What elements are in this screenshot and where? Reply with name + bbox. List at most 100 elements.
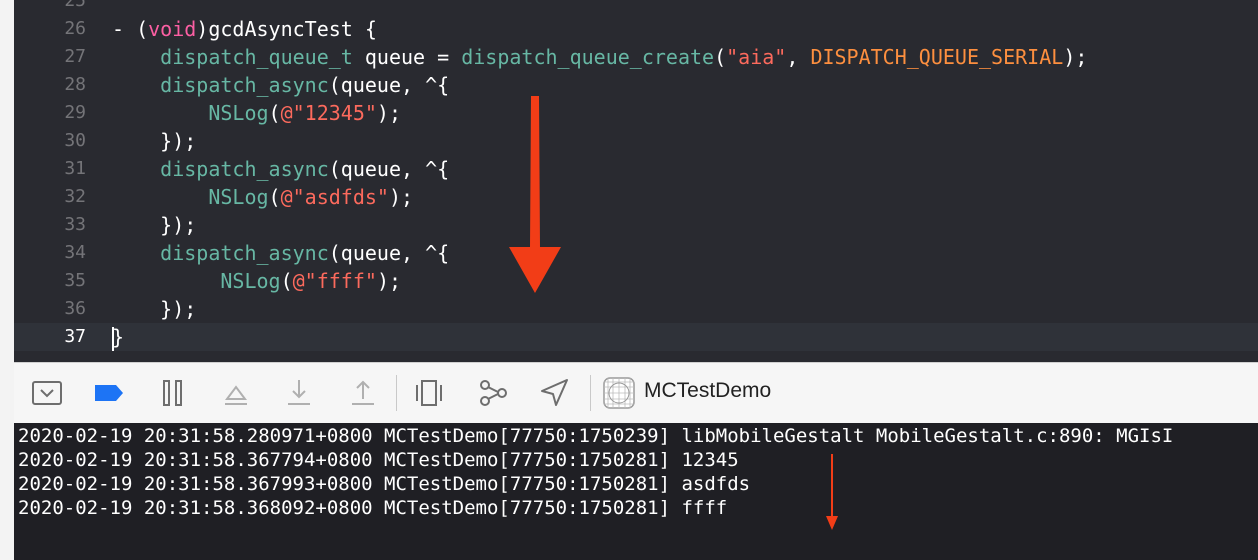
line-number: 30 [64,130,86,151]
code-token: NSLog [208,101,269,125]
code-token: ); [1063,45,1088,69]
code-token: dispatch_queue_t [160,45,353,69]
pause-continue-icon[interactable] [156,377,190,409]
app-target-icon [603,377,635,409]
code-text[interactable]: NSLog(@"asdfds"); [112,183,413,211]
code-text[interactable]: }); [112,127,196,155]
line-number: 28 [64,74,86,95]
hide-debug-area-icon[interactable] [30,377,64,409]
code-text[interactable]: } [112,323,124,351]
code-text[interactable]: dispatch_queue_t queue = dispatch_queue_… [112,43,1087,71]
code-token: dispatch_queue_create [461,45,715,69]
code-text[interactable]: }); [112,211,196,239]
line-number: 25 [64,0,86,11]
code-text[interactable]: NSLog(@"ffff"); [112,267,401,295]
code-token: @"12345" [280,101,377,125]
breakpoints-toggle-icon[interactable] [92,377,126,409]
code-text[interactable]: dispatch_async(queue, ^{ [112,155,449,183]
view-hierarchy-icon[interactable] [412,377,446,409]
code-line[interactable]: 32 NSLog(@"asdfds"); [14,183,1258,211]
code-line[interactable]: 35 NSLog(@"ffff"); [14,267,1258,295]
annotation-arrow-console [826,454,838,530]
code-line[interactable]: 31 dispatch_async(queue, ^{ [14,155,1258,183]
line-number: 35 [64,270,86,291]
code-token: ); [376,101,402,125]
code-token: ( [280,269,293,293]
code-text[interactable]: dispatch_async(queue, ^{ [112,71,449,99]
code-token: (queue, ^{ [328,157,450,181]
code-token: "aia" [726,45,787,69]
code-token: , [786,45,811,69]
simulate-location-icon[interactable] [538,377,572,409]
step-into-icon[interactable] [282,377,316,409]
line-number: 29 [64,102,86,123]
annotation-arrow-editor [509,96,561,293]
code-token: ( [268,185,281,209]
code-token: (queue, ^{ [328,73,450,97]
code-token: ); [376,269,402,293]
line-number: 31 [64,158,86,179]
code-token: @"ffff" [292,269,377,293]
code-token: } [112,325,125,349]
code-token: void [148,17,197,41]
toolbar-separator [590,375,591,411]
left-gutter-strip [0,0,14,560]
code-line[interactable]: 36 }); [14,295,1258,323]
code-line[interactable]: 33 }); [14,211,1258,239]
code-text[interactable]: - (void)gcdAsyncTest { [112,15,377,43]
code-editor[interactable]: 25 26- (void)gcdAsyncTest {27 dispatch_qu… [14,0,1258,362]
line-number: 37 [64,326,86,347]
step-over-icon[interactable] [219,377,253,409]
code-line[interactable]: 37} [14,323,1258,351]
step-out-icon[interactable] [346,377,380,409]
target-name-label[interactable]: MCTestDemo [644,379,771,403]
memory-graph-icon[interactable] [476,377,510,409]
code-line[interactable]: 27 dispatch_queue_t queue = dispatch_que… [14,43,1258,71]
line-number: 34 [64,242,86,263]
code-line[interactable]: 25 [14,0,1258,15]
code-text[interactable]: }); [112,295,196,323]
code-token: NSLog [208,185,269,209]
code-token: ); [388,185,414,209]
code-token: (queue, ^{ [328,241,450,265]
code-token: }); [112,129,197,153]
code-token: }); [112,213,197,237]
code-line[interactable]: 34 dispatch_async(queue, ^{ [14,239,1258,267]
code-token: NSLog [220,269,281,293]
code-line[interactable]: 30 }); [14,127,1258,155]
code-token: dispatch_async [160,157,329,181]
toolbar-separator [396,375,397,411]
code-token: DISPATCH_QUEUE_SERIAL [810,45,1064,69]
code-token: )gcdAsyncTest { [196,17,377,41]
code-token: ( [714,45,727,69]
code-line[interactable]: 26 - (void)gcdAsyncTest { [14,15,1258,43]
console-log-line: 2020-02-19 20:31:58.367993+0800 MCTestDe… [18,473,751,495]
code-text[interactable]: dispatch_async(queue, ^{ [112,239,449,267]
code-token: dispatch_async [160,73,329,97]
console-log-line: 2020-02-19 20:31:58.280971+0800 MCTestDe… [18,425,1174,447]
code-token: dispatch_async [160,241,329,265]
code-token: - ( [112,17,149,41]
line-number: 36 [64,298,86,319]
code-line[interactable]: 29 NSLog(@"12345"); [14,99,1258,127]
console-log-line: 2020-02-19 20:31:58.367794+0800 MCTestDe… [18,449,739,471]
code-token: queue = [352,45,462,69]
line-number: 27 [64,46,86,67]
code-token: @"asdfds" [280,185,389,209]
line-number: 26 [64,18,86,39]
debug-console[interactable]: 2020-02-19 20:31:58.280971+0800 MCTestDe… [14,423,1258,560]
code-token: ( [268,101,281,125]
code-token: }); [112,297,197,321]
line-number: 32 [64,186,86,207]
debug-toolbar: MCTestDemo [14,362,1258,424]
console-log-line: 2020-02-19 20:31:58.368092+0800 MCTestDe… [18,497,728,519]
code-text[interactable]: NSLog(@"12345"); [112,99,401,127]
code-line[interactable]: 28 dispatch_async(queue, ^{ [14,71,1258,99]
